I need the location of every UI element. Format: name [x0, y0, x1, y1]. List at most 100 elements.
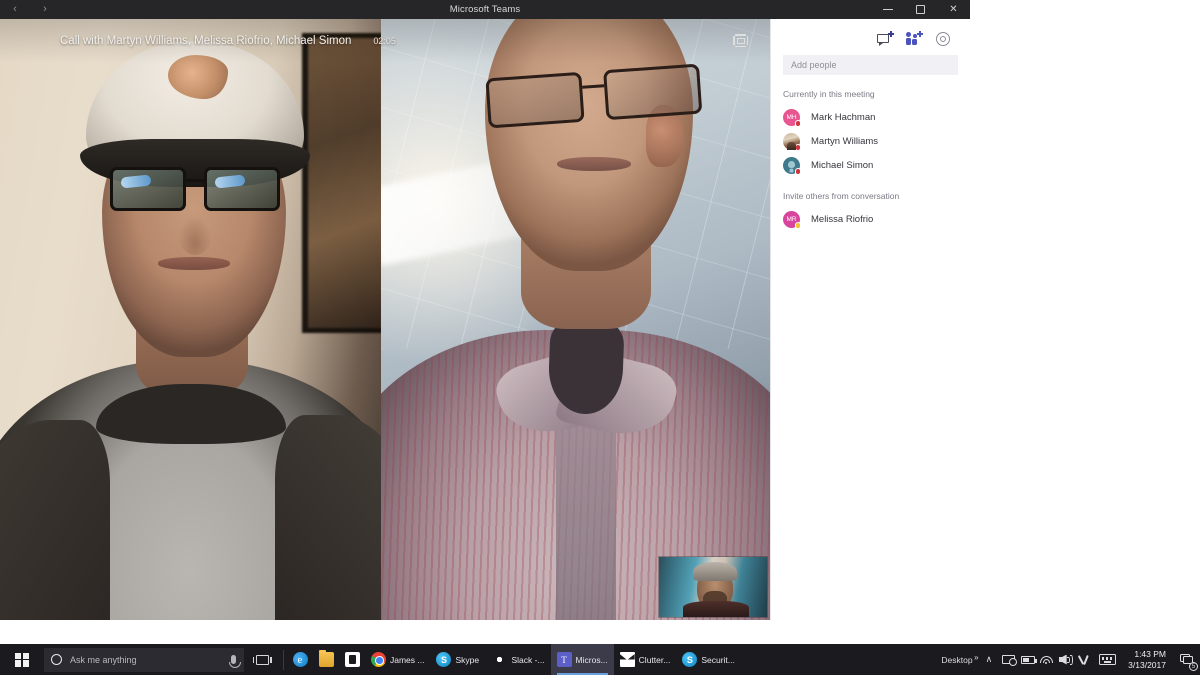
window-title: Microsoft Teams [449, 4, 521, 15]
people-panel: Add people Currently in this meeting MH … [770, 19, 970, 620]
taskbar-app-skype-business[interactable]: S Securit... [676, 644, 741, 675]
participant2-glasses-bridge [582, 84, 605, 89]
volume-shape [1058, 654, 1073, 665]
taskbar-app-label: Micros... [575, 654, 608, 665]
self-view-hair [693, 562, 737, 581]
lens-glare-right [214, 174, 246, 189]
video-feed-left [0, 19, 381, 620]
participant-mouth [158, 257, 230, 270]
volume-icon[interactable] [1056, 644, 1075, 675]
participant-sleeve-left [0, 420, 110, 620]
maximize-button[interactable] [904, 0, 937, 19]
back-button[interactable]: ‹ [6, 1, 24, 19]
add-people-input[interactable]: Add people [783, 55, 958, 75]
taskbar-pin-edge[interactable]: e [287, 644, 313, 675]
taskbar-pin-store[interactable] [339, 644, 365, 675]
search-input[interactable]: Ask me anything [44, 647, 244, 672]
self-view-body [683, 601, 749, 617]
tray-desktop-button[interactable]: Desktop » [935, 653, 978, 665]
close-button[interactable]: ✕ [937, 0, 970, 19]
taskbar-pin-file-explorer[interactable] [313, 644, 339, 675]
tray-desktop-label: Desktop [941, 654, 973, 665]
self-view-pip[interactable] [658, 556, 768, 618]
clock[interactable]: 1:43 PM 3/13/2017 [1120, 649, 1174, 671]
status-badge [794, 222, 801, 229]
new-conversation-icon[interactable] [877, 31, 894, 47]
taskbar-app-skype[interactable]: S Skype [430, 644, 486, 675]
wifi-shape [1039, 655, 1054, 665]
taskbar-divider [283, 649, 284, 670]
status-badge [794, 144, 801, 151]
fit-icon-top [735, 34, 746, 36]
forward-button[interactable]: › [36, 1, 54, 19]
window-controls: ✕ [871, 0, 970, 19]
lens-right [204, 167, 280, 211]
skype-business-icon: S [682, 652, 698, 667]
avatar [783, 132, 801, 151]
glasses-bridge [186, 179, 206, 182]
fit-icon-right [746, 36, 748, 45]
outlook-icon [619, 652, 635, 667]
monitor-shape [1002, 655, 1018, 666]
monitor-icon[interactable] [999, 644, 1018, 675]
minimize-button[interactable] [871, 0, 904, 19]
action-center-button[interactable]: 5 [1174, 644, 1200, 675]
participant2-lens-left [485, 71, 585, 129]
keyboard-icon[interactable] [1094, 644, 1120, 675]
participant-glasses [110, 167, 280, 213]
status-badge [794, 168, 801, 175]
battery-shape [1020, 655, 1037, 664]
action-center-badge: 5 [1189, 662, 1198, 671]
person-body-2 [912, 39, 917, 45]
video-stage: Call with Martyn Williams, Melissa Riofr… [0, 19, 770, 620]
taskbar-app-chrome[interactable]: James ... [365, 644, 430, 675]
taskbar-app-teams[interactable]: T Micros... [550, 644, 614, 675]
person-body-1 [906, 38, 911, 45]
microphone-icon[interactable] [228, 655, 241, 668]
taskbar-app-label: Clutter... [638, 654, 671, 665]
participant-name: Martyn Williams [811, 135, 879, 147]
fit-to-frame-icon[interactable] [733, 34, 748, 47]
participant-row-martyn-williams[interactable]: Martyn Williams [771, 129, 970, 153]
participant-name: Michael Simon [811, 159, 874, 171]
video-tile-left[interactable] [0, 19, 381, 620]
maximize-icon [916, 5, 925, 14]
store-icon [344, 652, 360, 667]
participant-row-michael-simon[interactable]: Michael Simon [771, 153, 970, 177]
task-view-button[interactable] [244, 644, 280, 675]
video-tile-right[interactable] [381, 19, 770, 620]
fit-icon-left [733, 36, 735, 45]
start-button[interactable] [0, 644, 44, 675]
wall-picture [302, 33, 381, 333]
lens-glare-left [120, 174, 152, 189]
pen-shape [1079, 654, 1091, 666]
cortana-icon [51, 654, 62, 665]
taskbar-app-slack[interactable]: Slack -... [486, 644, 550, 675]
taskbar: Ask me anything e James ... S Skype Slac… [0, 644, 1200, 675]
person-head-1 [906, 32, 911, 37]
show-hidden-icons-button[interactable]: ∧ [979, 654, 1000, 665]
taskbar-app-outlook[interactable]: Clutter... [614, 644, 677, 675]
taskbar-app-label: James ... [390, 654, 425, 665]
pen-icon[interactable] [1075, 644, 1094, 675]
file-explorer-icon [318, 650, 334, 667]
invitee-row-melissa-riofrio[interactable]: MR Melissa Riofrio [771, 207, 970, 231]
fit-icon-bottom [735, 45, 746, 47]
taskbar-app-label: Skype [455, 654, 480, 665]
section-currently-in-meeting: Currently in this meeting [783, 89, 875, 99]
lens-left [110, 167, 186, 211]
search-placeholder: Ask me anything [70, 654, 137, 665]
battery-icon[interactable] [1018, 644, 1037, 675]
chat-bubble-tail [879, 43, 883, 46]
nav-arrows: ‹ › [0, 1, 54, 19]
add-people-icon[interactable] [906, 31, 923, 47]
tray-overflow-icon[interactable]: » [974, 653, 978, 662]
panel-toolbar [771, 19, 970, 53]
participant-row-mark-hachman[interactable]: MH Mark Hachman [771, 105, 970, 129]
task-view-icon [252, 654, 272, 665]
windows-logo-icon [15, 652, 29, 667]
avatar-initials: MR [786, 215, 797, 223]
settings-gear-icon[interactable] [935, 31, 952, 47]
clock-date: 3/13/2017 [1128, 659, 1166, 670]
wifi-icon[interactable] [1037, 644, 1056, 675]
